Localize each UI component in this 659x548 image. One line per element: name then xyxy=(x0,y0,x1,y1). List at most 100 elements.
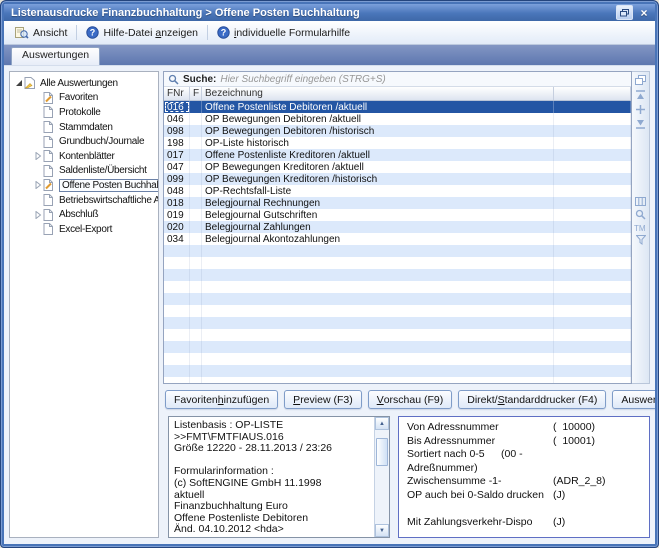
toolbar-button-ansicht[interactable]: Ansicht xyxy=(8,24,73,41)
text-mode-icon[interactable]: TM xyxy=(634,223,647,232)
cell-fnr[interactable]: 034 xyxy=(164,233,190,245)
cell-rest[interactable] xyxy=(554,113,631,125)
cell-fnr[interactable]: 098 xyxy=(164,125,190,137)
cell-fnr[interactable]: 099 xyxy=(164,173,190,185)
table-row[interactable]: 046 OP Bewegungen Debitoren /aktuell xyxy=(164,113,631,125)
restore-button[interactable] xyxy=(616,5,633,20)
cell-rest[interactable] xyxy=(554,233,631,245)
cell-bez[interactable]: Offene Postenliste Kreditoren /aktuell xyxy=(202,149,554,161)
tree-item-favoriten[interactable]: Favoriten xyxy=(10,91,158,106)
table-row[interactable]: 034 Belegjournal Akontozahlungen xyxy=(164,233,631,245)
tree-item-stammdaten[interactable]: Stammdaten xyxy=(10,120,158,135)
cell-bez[interactable]: OP-Rechtsfall-Liste xyxy=(202,185,554,197)
cell-f[interactable] xyxy=(190,137,202,149)
cell-rest[interactable] xyxy=(554,161,631,173)
cell-f[interactable] xyxy=(190,101,202,113)
cell-f[interactable] xyxy=(190,197,202,209)
table-row[interactable]: 020Belegjournal Zahlungen xyxy=(164,221,631,233)
cell-f[interactable] xyxy=(190,209,202,221)
table-row[interactable]: 047 OP Bewegungen Kreditoren /aktuell xyxy=(164,161,631,173)
cell-fnr[interactable]: 046 xyxy=(164,113,190,125)
vorschau-f9-button[interactable]: Vorschau (F9) xyxy=(368,390,453,409)
cell-bez[interactable]: OP Bewegungen Debitoren /aktuell xyxy=(202,113,554,125)
filter-icon[interactable] xyxy=(636,235,646,245)
cell-fnr[interactable]: 018 xyxy=(164,197,190,209)
cell-rest[interactable] xyxy=(554,209,631,221)
auswertung-drucken-button[interactable]: Auswertung drucken xyxy=(612,390,655,409)
cell-f[interactable] xyxy=(190,161,202,173)
column-header-f[interactable]: F xyxy=(190,87,202,100)
tree-item-betriebswirtschaftliche-auswertungen[interactable]: Betriebswirtschaftliche Auswertungen xyxy=(10,193,158,208)
cell-f[interactable] xyxy=(190,173,202,185)
cell-bez[interactable]: Belegjournal Akontozahlungen xyxy=(202,233,554,245)
tree-item-grundbuch-journale[interactable]: Grundbuch/Journale xyxy=(10,134,158,149)
cell-fnr[interactable]: 020 xyxy=(164,221,190,233)
tree-item-alle-auswertungen[interactable]: Alle Auswertungen xyxy=(10,76,158,91)
column-header-bezeichnung[interactable]: Bezeichnung xyxy=(202,87,554,100)
table-row[interactable]: 198 OP-Liste historisch xyxy=(164,137,631,149)
row-move-icon[interactable] xyxy=(636,105,645,114)
zoom-icon[interactable] xyxy=(635,209,646,220)
cell-f[interactable] xyxy=(190,185,202,197)
row-down-icon[interactable] xyxy=(636,119,645,129)
table-row[interactable]: 099 OP Bewegungen Kreditoren /historisch xyxy=(164,173,631,185)
table-row[interactable]: 048 OP-Rechtsfall-Liste xyxy=(164,185,631,197)
cell-fnr[interactable]: 198 xyxy=(164,137,190,149)
info-scrollbar[interactable]: ▲ ▼ xyxy=(374,417,389,537)
cell-bez[interactable]: Offene Postenliste Debitoren /aktuell xyxy=(202,101,554,113)
table-row[interactable]: 017 Offene Postenliste Kreditoren /aktuel… xyxy=(164,149,631,161)
cell-rest[interactable] xyxy=(554,221,631,233)
tree-collapsed-icon[interactable] xyxy=(32,152,43,160)
title-bar[interactable]: Listenausdrucke Finanzbuchhaltung > Offe… xyxy=(4,4,655,21)
column-header-fnr[interactable]: FNr xyxy=(164,87,190,100)
cell-bez[interactable]: OP Bewegungen Kreditoren /historisch xyxy=(202,173,554,185)
cell-rest[interactable] xyxy=(554,197,631,209)
search-bar[interactable]: Suche: Hier Suchbegriff eingeben (STRG+S… xyxy=(164,72,631,87)
tree-collapsed-icon[interactable] xyxy=(32,181,43,189)
cell-f[interactable] xyxy=(190,149,202,161)
tree-item-protokolle[interactable]: Protokolle xyxy=(10,105,158,120)
tab-auswertungen[interactable]: Auswertungen xyxy=(11,47,100,65)
cell-fnr[interactable]: 048 xyxy=(164,185,190,197)
scroll-down-icon[interactable]: ▼ xyxy=(375,524,389,537)
cell-fnr[interactable]: 016 xyxy=(164,101,190,113)
row-up-icon[interactable] xyxy=(636,90,645,100)
detach-window-icon[interactable] xyxy=(635,75,646,85)
cell-f[interactable] xyxy=(190,125,202,137)
cell-bez[interactable]: Belegjournal Gutschriften xyxy=(202,209,554,221)
scroll-up-icon[interactable]: ▲ xyxy=(375,417,389,430)
tree-item-offene-posten-buchhaltung[interactable]: Offene Posten Buchhaltung xyxy=(10,178,158,193)
tree-item-excel-export[interactable]: Excel-Export xyxy=(10,222,158,237)
cell-bez[interactable]: OP Bewegungen Kreditoren /aktuell xyxy=(202,161,554,173)
cell-f[interactable] xyxy=(190,113,202,125)
cell-rest[interactable] xyxy=(554,173,631,185)
table-row[interactable]: 098 OP Bewegungen Debitoren /historisch xyxy=(164,125,631,137)
cell-rest[interactable] xyxy=(554,101,631,113)
cell-rest[interactable] xyxy=(554,125,631,137)
tree-collapsed-icon[interactable] xyxy=(32,211,43,219)
preview-f3-button[interactable]: Preview (F3) xyxy=(284,390,362,409)
table-row[interactable]: 016 Offene Postenliste Debitoren /aktuell xyxy=(164,101,631,113)
toolbar-button-individuelle-formularhilfe[interactable]: ?individuelle Formularhilfe xyxy=(211,24,356,41)
tree-expanded-icon[interactable] xyxy=(13,79,24,87)
cell-bez[interactable]: Belegjournal Rechnungen xyxy=(202,197,554,209)
tree-item-kontenbl-tter[interactable]: Kontenblätter xyxy=(10,149,158,164)
cell-fnr[interactable]: 017 xyxy=(164,149,190,161)
cell-bez[interactable]: OP-Liste historisch xyxy=(202,137,554,149)
toolbar-button-hilfe-datei-anzeigen[interactable]: ?Hilfe-Datei anzeigen xyxy=(80,24,204,41)
close-button[interactable]: × xyxy=(637,6,651,19)
cell-f[interactable] xyxy=(190,233,202,245)
cell-bez[interactable]: OP Bewegungen Debitoren /historisch xyxy=(202,125,554,137)
cell-rest[interactable] xyxy=(554,137,631,149)
direkt-standarddrucker-f4-button[interactable]: Direkt/Standarddrucker (F4) xyxy=(458,390,606,409)
tree-item-saldenliste-bersicht[interactable]: Saldenliste/Übersicht xyxy=(10,164,158,179)
cell-f[interactable] xyxy=(190,221,202,233)
cell-rest[interactable] xyxy=(554,149,631,161)
cell-rest[interactable] xyxy=(554,185,631,197)
table-row[interactable]: 018 Belegjournal Rechnungen xyxy=(164,197,631,209)
tree-item-abschlu[interactable]: Abschluß xyxy=(10,207,158,222)
cell-fnr[interactable]: 047 xyxy=(164,161,190,173)
table-row[interactable]: 019 Belegjournal Gutschriften xyxy=(164,209,631,221)
cell-fnr[interactable]: 019 xyxy=(164,209,190,221)
favoriten-hinzuf-gen-button[interactable]: Favoriten hinzufügen xyxy=(165,390,278,409)
